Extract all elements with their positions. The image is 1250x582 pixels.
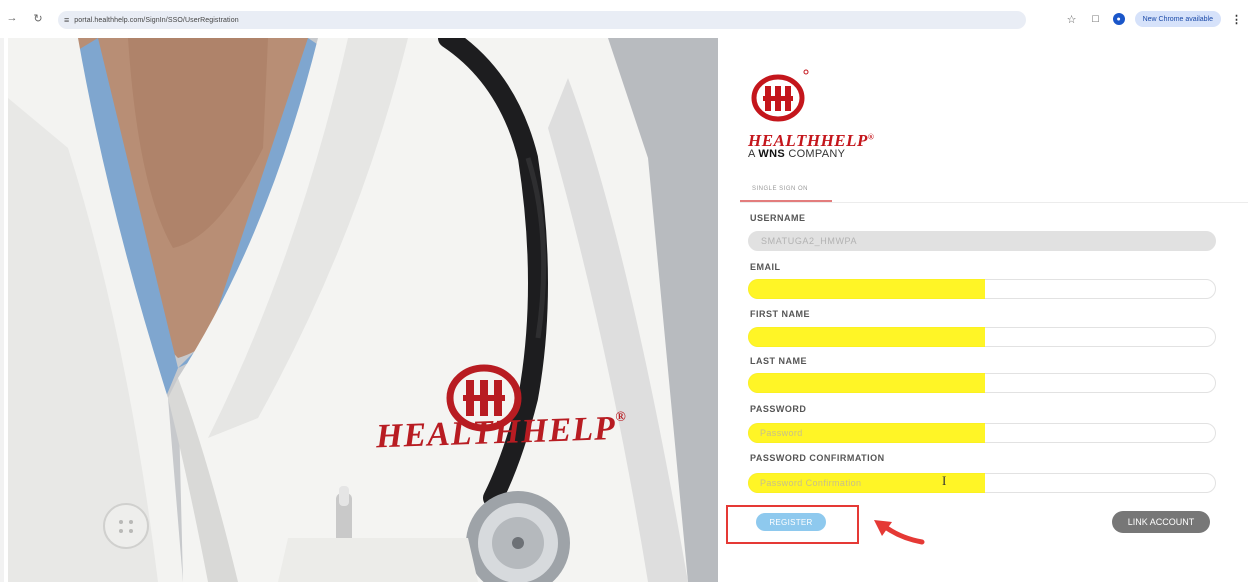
registration-panel: HEALTHHELP® A WNS COMPANY SINGLE SIGN ON… (718, 38, 1248, 582)
browser-toolbar: → ↻ ≡ portal.healthhelp.com/SignIn/SSO/U… (0, 0, 1250, 38)
password-confirmation-placeholder: Password Confirmation (760, 478, 862, 488)
link-account-button[interactable]: LINK ACCOUNT (1112, 511, 1210, 533)
site-info-icon[interactable]: ≡ (64, 15, 69, 25)
chrome-update-button[interactable]: New Chrome available (1134, 11, 1221, 27)
brand-registered-mark: ® (867, 132, 875, 142)
last-name-highlight (748, 373, 985, 393)
company-bold: WNS (758, 148, 785, 160)
profile-icon[interactable]: ● (1112, 13, 1125, 25)
logo-mark-icon (751, 69, 809, 122)
reload-icon[interactable]: ↻ (30, 10, 46, 26)
tabs-divider (740, 202, 1248, 203)
doctor-illustration (8, 38, 718, 582)
company-prefix: A (748, 148, 756, 160)
address-url[interactable]: portal.healthhelp.com/SignIn/SSO/UserReg… (74, 17, 238, 24)
address-bar[interactable]: ≡ portal.healthhelp.com/SignIn/SSO/UserR… (58, 11, 1026, 29)
coat-brand-name: HEALTHHELP (375, 410, 617, 456)
register-button[interactable]: REGISTER (756, 513, 826, 531)
email-highlight (748, 279, 985, 299)
annotation-arrow-icon (874, 520, 925, 545)
bookmark-star-icon[interactable]: ☆ (1065, 13, 1079, 26)
text-cursor-icon: I (942, 473, 947, 488)
password-placeholder: Password (760, 428, 803, 438)
password-confirmation-label: PASSWORD CONFIRMATION (750, 453, 885, 463)
toolbar-actions: ☆ □ ● New Chrome available ⋮ (1065, 10, 1242, 28)
company-suffix: COMPANY (788, 148, 846, 160)
extensions-icon[interactable]: □ (1089, 13, 1103, 25)
last-name-label: LAST NAME (750, 356, 807, 366)
coat-registered-mark: ® (615, 409, 628, 426)
company-tagline: A WNS COMPANY (748, 148, 845, 160)
username-label: USERNAME (750, 213, 806, 223)
page-edge (0, 38, 4, 582)
forward-icon[interactable]: → (4, 10, 20, 26)
username-field[interactable]: SMATUGA2_HMWPA (748, 231, 1216, 251)
first-name-label: FIRST NAME (750, 309, 810, 319)
hero-image: HEALTHHELP® (8, 38, 718, 582)
password-label: PASSWORD (750, 404, 807, 414)
first-name-highlight (748, 327, 985, 347)
menu-icon[interactable]: ⋮ (1231, 13, 1242, 26)
email-label: EMAIL (750, 262, 781, 272)
